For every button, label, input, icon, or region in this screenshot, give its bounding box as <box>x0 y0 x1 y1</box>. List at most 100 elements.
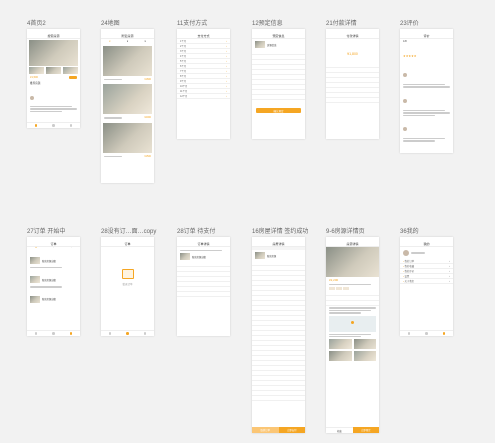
filter-tab[interactable]: ▾ <box>145 40 146 43</box>
avatar[interactable] <box>403 250 409 256</box>
price: ¥1800 <box>144 78 151 81</box>
tab-bar <box>27 122 80 128</box>
map[interactable] <box>329 315 376 332</box>
cancel-button[interactable]: 取消订单 <box>252 427 279 433</box>
section-title: 推荐房源 <box>30 82 41 85</box>
phone-mine: 我的 ▪ 我的订单 › ▪ 我的收藏 › ▪ 我的评价 › ▪ 设置 › ▪ 关于我们 › <box>400 237 453 336</box>
favorite-button[interactable]: 收藏 <box>326 427 353 433</box>
home-icon[interactable] <box>34 124 38 127</box>
tag <box>329 287 335 291</box>
list-item[interactable]: 12个月 › <box>177 94 230 99</box>
tab[interactable]: · <box>53 247 54 251</box>
listing-image[interactable] <box>103 46 152 76</box>
tab-bar <box>27 330 80 336</box>
reserve-button[interactable]: 立即预定 <box>352 427 379 433</box>
thumb-image[interactable] <box>29 67 44 74</box>
board-label: 21付款详情 <box>326 21 357 27</box>
thumb-image[interactable] <box>63 67 78 74</box>
related-image[interactable] <box>353 351 376 362</box>
confirm-button[interactable]: 确认预定 <box>256 108 301 113</box>
user-icon[interactable] <box>442 332 446 335</box>
listing-image[interactable] <box>103 122 152 153</box>
hero-image <box>29 40 78 66</box>
score: 4.8 <box>403 40 407 43</box>
home-icon[interactable] <box>108 332 112 335</box>
phone-pending: 订单详情 新房房源出租 <box>177 237 230 336</box>
nav-title: 订单详情 <box>177 241 230 247</box>
avatar <box>30 96 34 100</box>
board-label: 11支付方式 <box>177 21 208 27</box>
board-label: 12预定信息 <box>252 21 283 27</box>
thumb-image[interactable] <box>46 67 61 74</box>
tab-bar <box>101 330 154 336</box>
price: ¥1500 <box>144 154 151 158</box>
empty-box-icon <box>121 269 134 279</box>
nav-title: 订单 <box>101 241 154 247</box>
order-title: 新房房源出租 <box>42 260 56 263</box>
order-image[interactable] <box>30 257 40 264</box>
avatar <box>403 98 407 103</box>
filter-tab[interactable]: ▾ <box>127 40 128 43</box>
phone-home: 搜索房源 ¥1,500 推荐房源 <box>27 29 80 128</box>
amount: ¥1,800 <box>347 52 358 56</box>
empty-text: 暂无订单 <box>122 283 133 286</box>
phone-empty: 订单 暂无订单 <box>101 237 154 336</box>
hero-image[interactable] <box>326 247 379 277</box>
tab-active[interactable]: ● <box>35 247 36 251</box>
order-image[interactable] <box>30 295 40 303</box>
board-label: 27订单 开始中 <box>27 229 66 235</box>
user-icon[interactable] <box>143 332 147 335</box>
book-button[interactable] <box>69 76 77 79</box>
order-image[interactable] <box>30 276 40 284</box>
phone-payment: 支付方式 1个月 › 2个月 › 3个月 › 4个月 › 5个月 › 6个月 › 7个月 › … <box>177 29 230 139</box>
home-icon[interactable] <box>407 332 411 335</box>
phone-booked: 付款详情 ¥1,800 <box>326 29 379 139</box>
user-icon[interactable] <box>69 124 73 127</box>
user-icon[interactable] <box>69 332 73 335</box>
menu-item[interactable]: ▪ 关于我们 › <box>400 279 453 284</box>
room-image <box>255 252 265 259</box>
order-title: 新房房源出租 <box>42 279 56 282</box>
related-image[interactable] <box>329 351 352 362</box>
order-icon[interactable] <box>52 124 55 127</box>
room-image <box>180 253 190 261</box>
price: ¥2000 <box>144 116 151 120</box>
nav-title: 预定信息 <box>252 33 305 39</box>
phone-orders: 订单 ● · · 新房房源出租 新房房源出租 新房房源出租 <box>27 237 80 336</box>
board-label: 23评价 <box>400 21 419 27</box>
board-label: 28订单 待支付 <box>177 229 216 235</box>
order-icon[interactable] <box>52 332 55 335</box>
order-title: 新房房源出租 <box>42 299 56 302</box>
board-label: 24地图 <box>101 21 120 27</box>
rating-stars: ★★★★★ <box>403 54 417 58</box>
phone-contract: 预定信息 房源信息 确认预定 <box>252 29 305 139</box>
tab-bar <box>400 330 453 336</box>
tag <box>343 287 349 291</box>
phone-review: 评价 4.8 ★★★★★ <box>400 29 453 153</box>
board-label: 28没有订…面…copy <box>101 229 157 235</box>
room-name: 新房房源 <box>267 255 277 258</box>
room-name: 新房房源出租 <box>192 256 206 259</box>
order-icon[interactable] <box>425 332 428 335</box>
pay-button[interactable]: 立即支付 <box>278 427 305 433</box>
board-label: 4首页2 <box>27 21 46 27</box>
room-image <box>255 41 265 48</box>
phone-nearby: 附近房源 ▾ ▾ ▾ ¥1800 ¥2000 ¥1500 <box>101 29 154 183</box>
board-label: 36我的 <box>400 229 419 235</box>
tab[interactable]: · <box>71 247 72 251</box>
room-name: 房源信息 <box>267 43 277 47</box>
order-icon[interactable] <box>126 332 129 335</box>
phone-detail: 房源详情 ¥2,200 收藏 立即预定 <box>326 237 379 433</box>
nav-title: 搜索房源 <box>27 33 80 39</box>
tag <box>336 287 342 291</box>
board-label: 16房屋详情 签约成功 <box>252 229 309 235</box>
listing-image[interactable] <box>103 84 152 115</box>
related-image[interactable] <box>353 339 376 350</box>
avatar <box>403 126 407 131</box>
home-icon[interactable] <box>34 332 38 335</box>
filter-tab[interactable]: ▾ <box>109 40 110 43</box>
price: ¥1,500 <box>30 76 38 79</box>
price: ¥2,200 <box>329 278 339 282</box>
related-image[interactable] <box>329 339 352 350</box>
board-label: 9-6房源详情页 <box>326 229 365 235</box>
